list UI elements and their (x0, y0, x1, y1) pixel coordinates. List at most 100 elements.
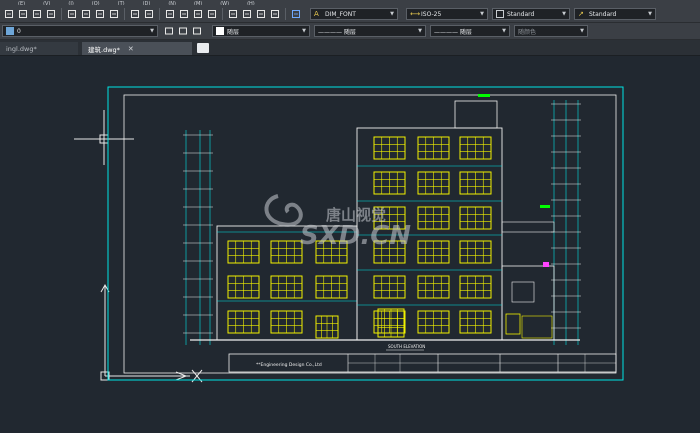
window (270, 310, 303, 334)
window (270, 240, 303, 264)
tab-file-jianzhu[interactable]: 建筑.dwg* ✕ (82, 42, 192, 55)
plotstyle-value: 随颜色 (518, 28, 537, 36)
window (227, 275, 260, 299)
layer-select[interactable]: 0 ▼ (2, 25, 158, 37)
multileader-style-icon: ↗ (578, 10, 584, 18)
layer-freeze-icon[interactable] (164, 26, 174, 36)
title-block: **Engineering Design Co.,Ltd (228, 353, 617, 373)
layer-manager-icon[interactable] (178, 26, 188, 36)
window (417, 240, 450, 264)
layer-icon (6, 27, 14, 35)
plotstyle-select[interactable]: 随颜色 ▼ (514, 25, 588, 37)
window (315, 315, 339, 339)
drawing-svg: SOUTH ELEVATION **Engineering Design Co.… (74, 86, 624, 383)
table-style-icon (496, 10, 504, 18)
pan-icon[interactable] (165, 9, 175, 19)
window (373, 275, 406, 299)
print-icon[interactable] (46, 9, 56, 19)
window (459, 206, 492, 230)
tab-file-ingl[interactable]: ingl.dwg* (0, 42, 78, 55)
copy-icon[interactable] (81, 9, 91, 19)
watermark: 唐山视觉 SXD.CN (264, 194, 411, 251)
help-icon[interactable] (291, 9, 301, 19)
chevron-down-icon: ▼ (480, 11, 484, 17)
tab-label: ingl.dwg* (6, 44, 37, 53)
window (459, 136, 492, 160)
window (227, 310, 260, 334)
layer-value: 0 (17, 27, 21, 35)
design-center-icon[interactable] (242, 9, 252, 19)
new-tab-button[interactable] (197, 43, 209, 53)
table-style-select[interactable]: Standard ▼ (492, 8, 570, 20)
dim-style-select[interactable]: ⟷ ISO-25 ▼ (406, 8, 488, 20)
match-properties-icon[interactable] (109, 9, 119, 19)
save-icon[interactable] (32, 9, 42, 19)
tool-palette-icon[interactable] (256, 9, 266, 19)
dim-style-value: ISO-25 (421, 10, 442, 18)
window (417, 275, 450, 299)
window (270, 275, 303, 299)
color-select[interactable]: 随层 ▼ (212, 25, 310, 37)
drawing-canvas[interactable]: SOUTH ELEVATION **Engineering Design Co.… (0, 56, 700, 433)
window (459, 275, 492, 299)
toolbar-separator (285, 7, 286, 20)
chevron-down-icon: ▼ (390, 11, 394, 17)
window (315, 275, 348, 299)
new-file-icon[interactable] (4, 9, 14, 19)
zoom-realtime-icon[interactable] (179, 9, 189, 19)
dim-style-icon: ⟷ (410, 10, 421, 18)
layer-previous-icon[interactable] (192, 26, 202, 36)
text-style-icon: A (314, 10, 319, 18)
window (227, 240, 260, 264)
toolbar-separator (124, 7, 125, 20)
zoom-window-icon[interactable] (193, 9, 203, 19)
watermark-latin: SXD.CN (300, 221, 411, 251)
toolbar-separator (61, 7, 62, 20)
crosshair-cursor (74, 110, 134, 165)
chevron-down-icon: ▼ (580, 28, 584, 34)
close-icon[interactable]: ✕ (128, 45, 134, 53)
color-swatch (216, 27, 224, 35)
chevron-down-icon: ▼ (648, 11, 652, 17)
properties-icon[interactable] (228, 9, 238, 19)
paste-icon[interactable] (95, 9, 105, 19)
chevron-down-icon: ▼ (302, 28, 306, 34)
chevron-down-icon: ▼ (502, 28, 506, 34)
window (373, 171, 406, 195)
linetype-select[interactable]: ———— 随层 ▼ (314, 25, 426, 37)
window (459, 310, 492, 334)
window (417, 206, 450, 230)
calculator-icon[interactable] (270, 9, 280, 19)
tab-label: 建筑.dwg* (88, 45, 120, 54)
chevron-down-icon: ▼ (418, 28, 422, 34)
roof-accent (478, 94, 490, 97)
text-style-select[interactable]: A DIM_FONT ▼ (310, 8, 398, 20)
window (373, 310, 406, 334)
multileader-style-select[interactable]: ↗ Standard ▼ (574, 8, 656, 20)
elevation-label: SOUTH ELEVATION (388, 344, 425, 349)
window (373, 136, 406, 160)
window (459, 240, 492, 264)
properties-toolbar: 0 ▼ 随层 ▼ ———— 随层 ▼ ———— 随层 ▼ 随颜色 ▼ (0, 23, 700, 40)
left-dimension-ticks (183, 134, 213, 334)
table-style-value: Standard (507, 10, 535, 18)
linetype-value: ———— 随层 (318, 28, 356, 36)
window (417, 310, 450, 334)
cut-icon[interactable] (67, 9, 77, 19)
redo-icon[interactable] (144, 9, 154, 19)
annex-accent (540, 205, 550, 208)
cad-application: (E) (V) (I) (O) (T) (D) (N) (M) (W) (H) A DIM_FON… (0, 0, 700, 433)
left-dimensions (185, 130, 211, 345)
toolbar-separator (159, 7, 160, 20)
window (417, 136, 450, 160)
zoom-previous-icon[interactable] (207, 9, 217, 19)
open-icon[interactable] (18, 9, 28, 19)
undo-icon[interactable] (130, 9, 140, 19)
lineweight-select[interactable]: ———— 随层 ▼ (430, 25, 510, 37)
multileader-style-value: Standard (589, 10, 617, 18)
chevron-down-icon: ▼ (150, 28, 154, 34)
window (459, 171, 492, 195)
chevron-down-icon: ▼ (562, 11, 566, 17)
building-right-annex (501, 221, 555, 341)
color-value: 随层 (227, 28, 240, 36)
